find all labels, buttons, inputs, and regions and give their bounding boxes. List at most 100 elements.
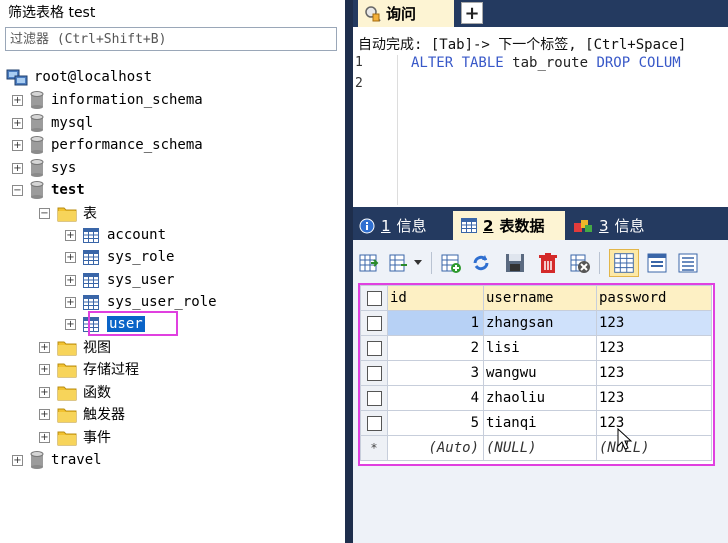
cancel-changes-icon[interactable] [568,251,592,275]
expand-plus-icon[interactable]: + [39,408,50,420]
editor-gutter-divider [397,55,398,205]
row-checkbox[interactable] [366,365,382,381]
row-checkbox-cell[interactable] [360,360,388,386]
column-header-password[interactable]: password [596,285,712,311]
expand-plus-icon[interactable]: + [12,117,23,129]
tree-db-test[interactable]: − test [12,180,85,200]
cell-username[interactable]: zhaoliu [483,385,597,411]
tree-db-travel[interactable]: + travel [12,450,102,470]
expand-plus-icon[interactable]: + [39,341,50,353]
table-row[interactable]: 2 lisi 123 [360,335,712,361]
tree-folder-triggers[interactable]: + 触发器 [39,404,125,424]
form-view-icon[interactable] [645,251,669,275]
cell-username[interactable]: (NULL) [483,435,597,461]
tree-folder-functions[interactable]: + 函数 [39,382,111,402]
tree-host[interactable]: root@localhost [6,67,152,87]
expand-plus-icon[interactable]: + [12,162,23,174]
folder-label: 触发器 [83,407,125,423]
save-icon[interactable] [503,251,527,275]
row-checkbox-cell[interactable] [360,335,388,361]
row-checkbox[interactable] [366,415,382,431]
expand-plus-icon[interactable]: + [39,431,50,443]
cell-password[interactable]: 123 [596,310,712,336]
row-checkbox-cell[interactable] [360,310,388,336]
tree-db-information-schema[interactable]: + information_schema [12,90,203,110]
cell-password[interactable]: 123 [596,410,712,436]
row-checkbox-cell[interactable] [360,385,388,411]
cell-id[interactable]: 2 [387,335,484,361]
sql-editor[interactable]: 自动完成: [Tab]-> 下一个标签, [Ctrl+Space] 1 2 AL… [353,27,728,207]
expand-plus-icon[interactable]: + [39,363,50,375]
pane-splitter[interactable] [345,0,353,543]
new-row[interactable]: * (Auto) (NULL) (NULL) [360,435,712,461]
refresh-icon[interactable] [469,251,493,275]
tree-db-mysql[interactable]: + mysql [12,113,93,133]
table-row[interactable]: 3 wangwu 123 [360,360,712,386]
select-all-checkbox[interactable] [366,290,382,306]
tree-folder-views[interactable]: + 视图 [39,337,111,357]
filter-input[interactable] [6,28,336,50]
cell-password[interactable]: 123 [596,335,712,361]
tree-folder-procedures[interactable]: + 存储过程 [39,359,139,379]
tree-table-sys-user-role[interactable]: + sys_user_role [65,292,217,312]
tree-folder-tables[interactable]: − 表 [39,203,97,223]
cell-username[interactable]: lisi [483,335,597,361]
text-view-icon[interactable] [676,251,700,275]
expand-plus-icon[interactable]: + [65,274,76,286]
expand-plus-icon[interactable]: + [65,229,76,241]
cell-password[interactable]: 123 [596,360,712,386]
column-header-username[interactable]: username [483,285,597,311]
chevron-down-icon[interactable] [413,259,423,267]
tab-info-1[interactable]: 1 信息 [359,211,445,240]
expand-plus-icon[interactable]: + [65,318,76,330]
table-row[interactable]: 1 zhangsan 123 [360,310,712,336]
tree-table-account[interactable]: + account [65,225,166,245]
row-checkbox[interactable] [366,340,382,356]
cell-username[interactable]: wangwu [483,360,597,386]
table-row[interactable]: 5 tianqi 123 [360,410,712,436]
tree-folder-events[interactable]: + 事件 [39,427,111,447]
expand-plus-icon[interactable]: + [65,251,76,263]
row-checkbox-cell[interactable] [360,410,388,436]
tab-query[interactable]: 询问 [358,0,454,27]
cell-id[interactable]: 4 [387,385,484,411]
sql-code-line[interactable]: ALTER TABLE tab_route DROP COLUM [411,55,681,71]
filter-input-box[interactable] [5,27,337,51]
expand-plus-icon[interactable]: + [12,454,23,466]
grid-view-icon[interactable] [609,249,639,277]
cell-id[interactable]: 5 [387,410,484,436]
delete-icon[interactable] [536,251,560,275]
tree-db-performance-schema[interactable]: + performance_schema [12,135,203,155]
add-tab-button[interactable]: + [461,2,483,24]
tree-table-sys-user[interactable]: + sys_user [65,270,174,290]
expand-plus-icon[interactable]: + [65,296,76,308]
cell-id[interactable]: 3 [387,360,484,386]
database-icon [30,181,44,199]
add-row-icon[interactable] [439,251,463,275]
table-row[interactable]: 4 zhaoliu 123 [360,385,712,411]
row-checkbox[interactable] [366,390,382,406]
tab-number: 1 [381,216,391,235]
cell-id[interactable]: 1 [387,310,484,336]
expand-plus-icon[interactable]: + [12,94,23,106]
import-icon[interactable] [387,251,411,275]
tree-db-sys[interactable]: + sys [12,158,76,178]
cell-username[interactable]: tianqi [483,410,597,436]
tab-table-data[interactable]: 2 表数据 [453,211,565,240]
column-header-id[interactable]: id [387,285,484,311]
expand-plus-icon[interactable]: + [12,139,23,151]
expand-plus-icon[interactable]: + [39,386,50,398]
collapse-minus-icon[interactable]: − [39,207,50,219]
cell-password[interactable]: (NULL) [596,435,712,461]
export-icon[interactable] [357,251,381,275]
mouse-cursor-icon [617,428,633,450]
select-all-checkbox-cell[interactable] [360,285,388,311]
grid-header-row: id username password [360,285,712,311]
row-checkbox[interactable] [366,315,382,331]
tab-info-3[interactable]: 3 信息 [573,211,663,240]
cell-password[interactable]: 123 [596,385,712,411]
cell-username[interactable]: zhangsan [483,310,597,336]
collapse-minus-icon[interactable]: − [12,184,23,196]
tree-table-sys-role[interactable]: + sys_role [65,247,174,267]
cell-id[interactable]: (Auto) [387,435,484,461]
